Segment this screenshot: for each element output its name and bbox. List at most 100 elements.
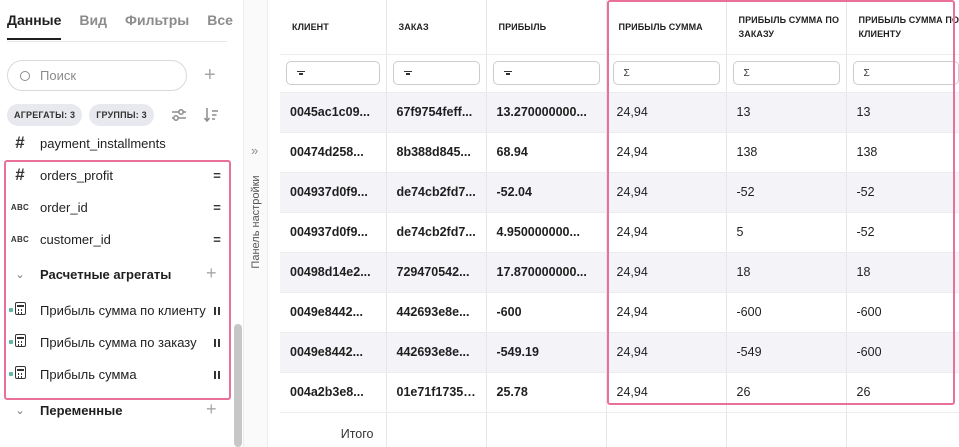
column-filter[interactable] [392, 61, 480, 85]
field-item[interactable]: ABC order_id = [0, 191, 228, 223]
status-dot [9, 308, 13, 312]
field-item[interactable]: # payment_installments [0, 127, 228, 159]
calc-field-item[interactable]: Прибыль сумма [0, 358, 228, 390]
column-header-profit-sum-by-order[interactable]: ПРИБЫЛЬ СУММА ПО ЗАКАЗУ [726, 0, 847, 55]
settings-panel-label: Панель настройки [250, 175, 262, 269]
tabs-divider [7, 41, 227, 42]
pause-icon[interactable] [206, 303, 228, 318]
calculator-icon [0, 334, 40, 350]
table-cell: 0049e8442... [280, 292, 387, 333]
column-header-profit-sum[interactable]: ПРИБЫЛЬ СУММА [606, 0, 727, 55]
total-cell [486, 412, 607, 447]
table-row[interactable]: 00498d14e2... 729470542... 17.870000000.… [280, 252, 959, 293]
column-header-profit[interactable]: ПРИБЫЛЬ [486, 0, 607, 55]
table-cell: 26 [726, 372, 847, 413]
aggregates-chip[interactable]: АГРЕГАТЫ: 3 [7, 104, 83, 126]
table-cell: 004937d0f9... [280, 212, 387, 253]
table-cell: -549.19 [486, 332, 607, 373]
calc-field-item[interactable]: Прибыль сумма по клиенту [0, 294, 228, 326]
table-cell: -52 [846, 172, 959, 213]
search-box[interactable] [7, 60, 187, 91]
add-calc-plus-icon[interactable]: + [206, 264, 217, 282]
filter-icon [403, 70, 412, 76]
group-variables[interactable]: ⌄ Переменные [0, 396, 228, 424]
tab-view[interactable]: Вид [79, 12, 107, 40]
status-dot [9, 340, 13, 344]
pause-icon[interactable] [206, 367, 228, 382]
sidebar-scrollbar[interactable] [234, 324, 242, 447]
table-cell: -52.04 [486, 172, 607, 213]
total-cell [846, 412, 959, 447]
chevron-down-icon: ⌄ [15, 404, 25, 417]
column-header-client[interactable]: КЛИЕНТ [280, 0, 387, 55]
table-cell: de74cb2fd7... [386, 172, 487, 213]
column-aggregate-filter[interactable]: Σ [732, 61, 840, 85]
search-input[interactable] [40, 68, 170, 83]
table-cell: 17.870000000... [486, 252, 607, 293]
field-name: order_id [40, 199, 88, 215]
column-filter[interactable] [492, 61, 600, 85]
table-cell: 25.78 [486, 372, 607, 413]
tab-all[interactable]: Все [207, 12, 233, 40]
table-row[interactable]: 0049e8442... 442693e8e... -600 24,94 -60… [280, 292, 959, 333]
table-cell: 24,94 [606, 332, 727, 373]
column-header-order[interactable]: ЗАКАЗ [386, 0, 487, 55]
table-cell: 24,94 [606, 372, 727, 413]
table-cell: 24,94 [606, 92, 727, 133]
group-title: Расчетные агрегаты [40, 266, 172, 282]
status-dot [9, 372, 13, 376]
table-cell: 18 [846, 252, 959, 293]
table-cell: 004937d0f9... [280, 172, 387, 213]
table-cell: 138 [726, 132, 847, 173]
groups-chip[interactable]: ГРУППЫ: 3 [89, 104, 154, 126]
column-aggregate-filter[interactable]: Σ [612, 61, 720, 85]
calculator-icon [0, 302, 40, 318]
table-cell: 26 [846, 372, 959, 413]
column-header-profit-sum-by-client[interactable]: ПРИБЫЛЬ СУММА ПО КЛИЕНТУ [846, 0, 959, 55]
table-row[interactable]: 0049e8442... 442693e8e... -549.19 24,94 … [280, 332, 959, 373]
table-cell: 442693e8e... [386, 332, 487, 373]
table-cell: 138 [846, 132, 959, 173]
add-variable-plus-icon[interactable]: + [206, 400, 217, 418]
settings-sliders-icon[interactable] [171, 108, 187, 122]
equals-mark: = [213, 199, 221, 215]
field-item[interactable]: ABC customer_id = [0, 223, 228, 255]
total-cell [386, 412, 487, 447]
table-cell: -600 [726, 292, 847, 333]
table-row[interactable]: 00474d258... 8b388d845... 68.94 24,94 13… [280, 132, 959, 173]
table-cell: 18 [726, 252, 847, 293]
add-field-plus-icon[interactable]: + [204, 65, 216, 85]
abc-icon: ABC [10, 202, 30, 212]
column-filter[interactable] [286, 61, 380, 85]
table-row[interactable]: 0045ac1c09... 67f9754feff... 13.27000000… [280, 92, 959, 133]
tab-filters[interactable]: Фильтры [125, 12, 189, 40]
column-aggregate-filter[interactable]: Σ [852, 61, 959, 85]
table-cell: 24,94 [606, 252, 727, 293]
table-row[interactable]: 004937d0f9... de74cb2fd7... 4.950000000.… [280, 212, 959, 253]
field-name: Прибыль сумма [40, 366, 137, 382]
table-cell: -600 [846, 292, 959, 333]
total-label: Итого [280, 412, 387, 447]
sigma-icon: Σ [623, 67, 630, 79]
chevron-down-icon: ⌄ [15, 268, 25, 281]
tab-data[interactable]: Данные [7, 12, 62, 40]
group-calculated-aggregates[interactable]: ⌄ Расчетные агрегаты [0, 260, 228, 288]
total-cell [606, 412, 727, 447]
table-cell: 13 [846, 92, 959, 133]
sidebar-tabs: Данные Вид Фильтры Все [7, 12, 233, 40]
table-cell: de74cb2fd7... [386, 212, 487, 253]
table-cell: -549 [726, 332, 847, 373]
table-cell: 13.270000000... [486, 92, 607, 133]
equals-mark: = [213, 231, 221, 247]
settings-panel-strip[interactable]: » Панель настройки [243, 0, 268, 447]
double-chevron-right-icon[interactable]: » [251, 143, 258, 158]
sort-icon[interactable] [203, 107, 219, 122]
pause-icon[interactable] [206, 335, 228, 350]
table-cell: 00474d258... [280, 132, 387, 173]
calc-field-item[interactable]: Прибыль сумма по заказу [0, 326, 228, 358]
table-cell: 5 [726, 212, 847, 253]
table-cell: 01e71f17355... [386, 372, 487, 413]
field-item[interactable]: # orders_profit = [0, 159, 228, 191]
table-row[interactable]: 004937d0f9... de74cb2fd7... -52.04 24,94… [280, 172, 959, 213]
table-row[interactable]: 004a2b3e8... 01e71f17355... 25.78 24,94 … [280, 372, 959, 413]
